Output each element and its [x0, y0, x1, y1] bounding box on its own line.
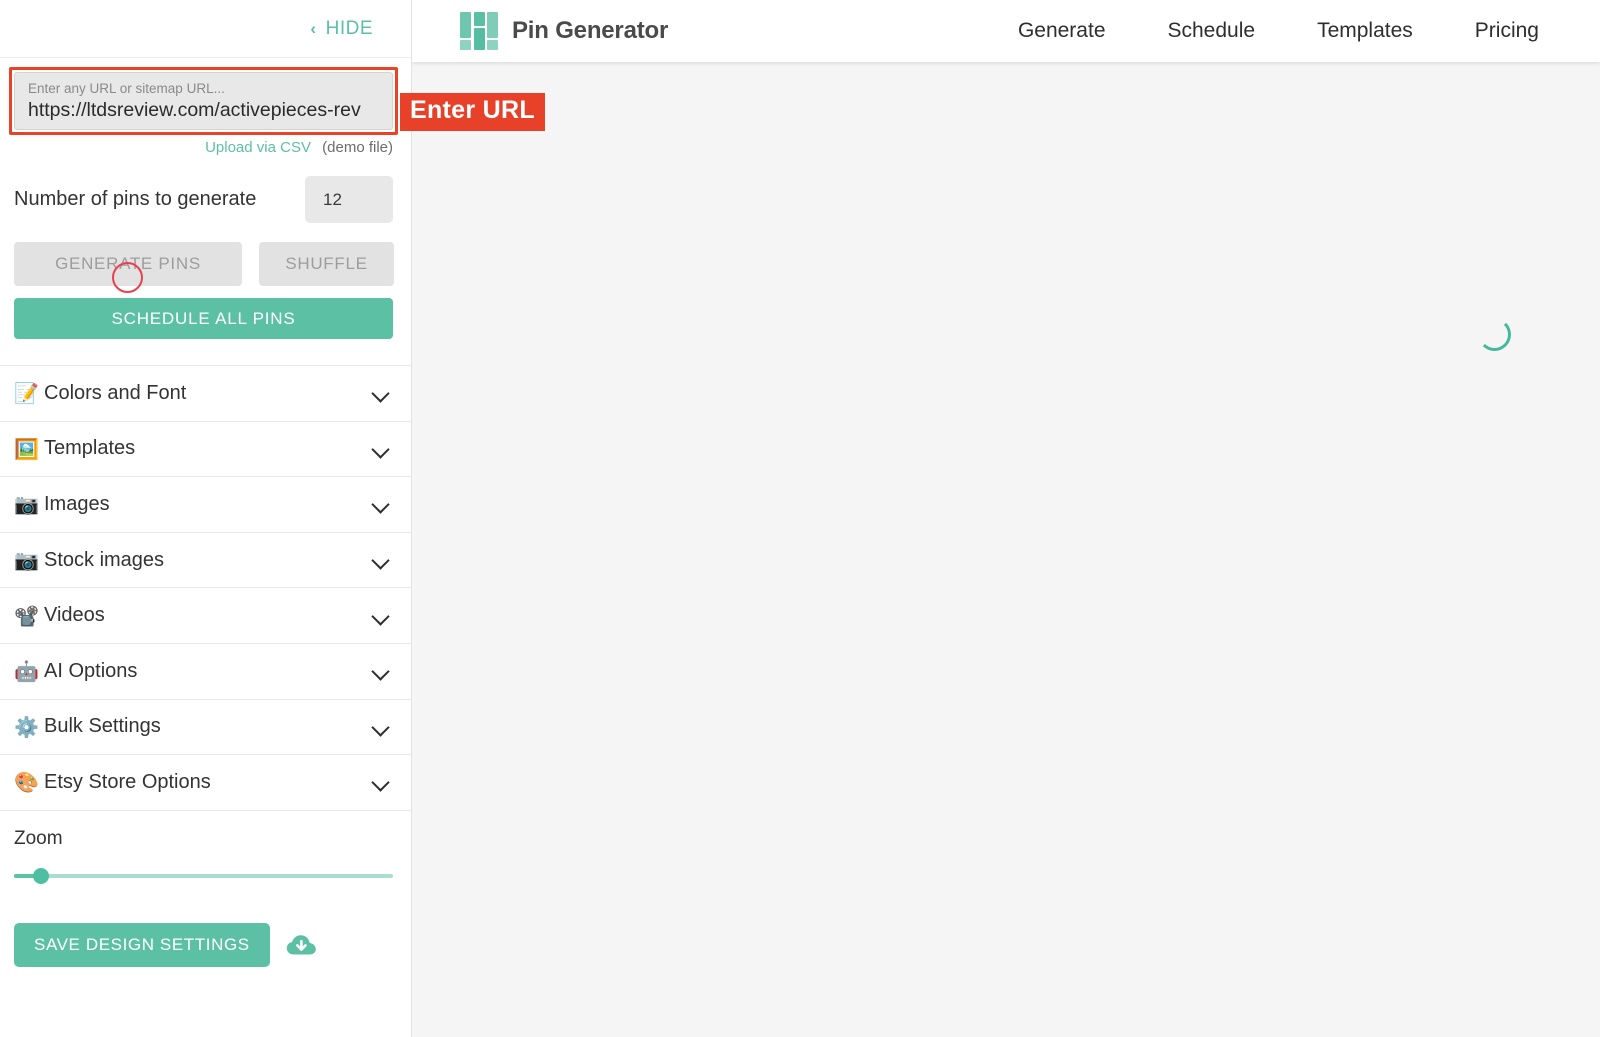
chevron-down-icon[interactable] — [371, 716, 393, 738]
accordion-label: Templates — [44, 437, 136, 460]
gear-icon: ⚙️ — [14, 714, 39, 739]
chevron-left-icon: ‹ — [310, 19, 317, 38]
brand-logo[interactable]: Pin Generator — [460, 12, 668, 50]
url-input-wrapper: Enter any URL or sitemap URL... https://… — [9, 67, 398, 135]
save-design-row: SAVE DESIGN SETTINGS — [14, 922, 411, 967]
accordion-item-etsy-store-options[interactable]: 🎨 Etsy Store Options — [0, 755, 411, 811]
chevron-down-icon[interactable] — [371, 493, 393, 515]
url-input[interactable]: Enter any URL or sitemap URL... https://… — [14, 72, 393, 130]
nav-item-generate[interactable]: Generate — [987, 19, 1137, 43]
annotation-enter-url-badge: Enter URL — [400, 93, 545, 131]
accordion-label: Bulk Settings — [44, 715, 161, 738]
film-projector-icon: 📽️ — [14, 603, 39, 628]
cloud-download-icon[interactable] — [286, 933, 317, 957]
top-header: Pin Generator Generate Schedule Template… — [412, 0, 1600, 62]
csv-upload-row: Upload via CSV (demo file) — [0, 139, 393, 156]
generate-pins-button[interactable]: GENERATE PINS — [14, 242, 242, 286]
camera-icon: 📷 — [14, 548, 39, 573]
accordion-item-ai-options[interactable]: 🤖 AI Options — [0, 643, 411, 700]
zoom-control: Zoom — [0, 811, 411, 884]
url-input-value: https://ltdsreview.com/activepieces-rev — [28, 99, 361, 121]
chevron-down-icon[interactable] — [371, 660, 393, 682]
accordion-label: Images — [44, 492, 110, 515]
hide-sidebar-label: HIDE — [325, 17, 373, 39]
pins-count-input[interactable] — [305, 176, 393, 223]
generate-shuffle-row: GENERATE PINS SHUFFLE — [14, 242, 394, 286]
sidebar-header: ‹ HIDE — [0, 0, 411, 58]
chevron-down-icon[interactable] — [371, 605, 393, 627]
pins-count-row: Number of pins to generate — [14, 176, 393, 223]
nav-item-pricing[interactable]: Pricing — [1444, 19, 1570, 43]
accordion-item-bulk-settings[interactable]: ⚙️ Bulk Settings — [0, 699, 411, 756]
accordion-item-colors-and-font[interactable]: 📝 Colors and Font — [0, 366, 411, 422]
upload-via-csv-link[interactable]: Upload via CSV — [205, 139, 311, 156]
palette-icon: 🎨 — [14, 770, 39, 795]
chevron-down-icon[interactable] — [371, 438, 393, 460]
design-sidebar: ‹ HIDE Enter any URL or sitemap URL... h… — [0, 0, 412, 1037]
memo-icon: 📝 — [14, 381, 39, 406]
demo-file-link[interactable]: (demo file) — [322, 139, 393, 156]
chevron-down-icon[interactable] — [371, 382, 393, 404]
chevron-down-icon[interactable] — [371, 549, 393, 571]
loading-spinner-icon — [1478, 318, 1511, 351]
camera-icon: 📷 — [14, 492, 39, 517]
zoom-slider[interactable] — [14, 867, 393, 884]
zoom-slider-thumb[interactable] — [32, 867, 49, 884]
accordion-label: Etsy Store Options — [44, 770, 211, 793]
url-input-placeholder: Enter any URL or sitemap URL... — [28, 81, 225, 96]
accordion-item-templates[interactable]: 🖼️ Templates — [0, 421, 411, 478]
framed-picture-icon: 🖼️ — [14, 436, 39, 461]
save-design-settings-button[interactable]: SAVE DESIGN SETTINGS — [14, 922, 270, 967]
accordion-item-stock-images[interactable]: 📷 Stock images — [0, 532, 411, 589]
hide-sidebar-button[interactable]: ‹ HIDE — [310, 18, 373, 40]
robot-icon: 🤖 — [14, 659, 39, 684]
brand-name: Pin Generator — [512, 17, 669, 44]
accordion-item-images[interactable]: 📷 Images — [0, 477, 411, 533]
accordion-label: Colors and Font — [44, 381, 187, 404]
settings-accordion: 📝 Colors and Font 🖼️ Templates 📷 Images … — [0, 365, 411, 811]
nav-item-templates[interactable]: Templates — [1286, 19, 1444, 43]
pins-count-label: Number of pins to generate — [14, 188, 257, 210]
main-area: Pin Generator Generate Schedule Template… — [412, 0, 1600, 1037]
zoom-label: Zoom — [14, 827, 63, 849]
shuffle-button[interactable]: SHUFFLE — [259, 242, 394, 286]
nav-item-schedule[interactable]: Schedule — [1137, 19, 1287, 43]
schedule-all-pins-button[interactable]: SCHEDULE ALL PINS — [14, 298, 393, 339]
accordion-item-videos[interactable]: 📽️ Videos — [0, 588, 411, 644]
accordion-label: Videos — [44, 604, 105, 627]
top-navigation: Generate Schedule Templates Pricing — [987, 19, 1600, 43]
app-root: ‹ HIDE Enter any URL or sitemap URL... h… — [0, 0, 1600, 1037]
accordion-label: Stock images — [44, 548, 165, 571]
pin-generator-logo-icon — [460, 12, 498, 50]
chevron-down-icon[interactable] — [371, 771, 393, 793]
pin-preview-canvas — [412, 62, 1600, 1037]
accordion-label: AI Options — [44, 659, 138, 682]
